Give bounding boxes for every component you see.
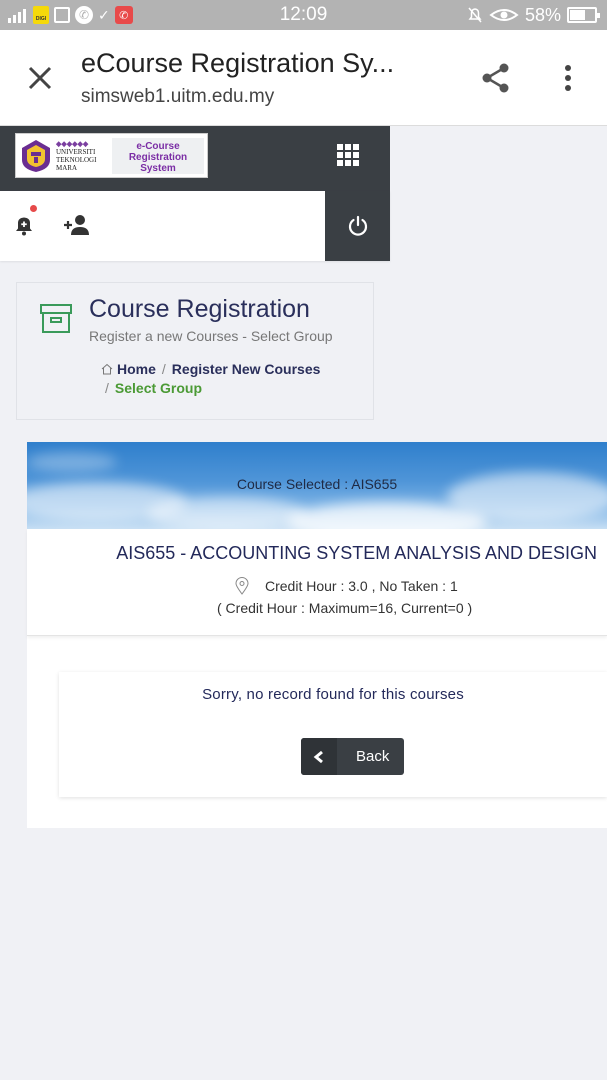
credit-limit-text: ( Credit Hour : Maximum=16, Current=0 ) — [217, 600, 473, 616]
app-name-line-3: System — [140, 162, 176, 174]
site-logo[interactable]: ◆◆◆◆◆◆ UNIVERSITI TEKNOLOGI MARA e-Cours… — [15, 133, 208, 178]
breadcrumb-register-new-courses[interactable]: Register New Courses — [172, 361, 321, 377]
credit-hour-row: Credit Hour : 3.0 , No Taken : 1 — [235, 577, 458, 595]
course-info: AIS655 - ACCOUNTING SYSTEM ANALYSIS AND … — [27, 529, 607, 636]
logout-button[interactable] — [325, 191, 390, 261]
browser-header: eCourse Registration Sy... simsweb1.uitm… — [0, 30, 607, 126]
power-icon — [348, 215, 367, 236]
status-bar: DIGI ✆ ✓ ✆ 12:09 58% — [0, 0, 607, 30]
home-icon — [101, 363, 113, 375]
no-record-message: Sorry, no record found for this courses — [202, 686, 464, 703]
status-right-icons: 58% — [467, 4, 600, 26]
share-icon[interactable] — [478, 60, 514, 96]
battery-icon — [567, 7, 600, 23]
app-name-line-1: e-Course — [136, 140, 180, 152]
breadcrumb-select-group: Select Group — [114, 380, 203, 396]
browser-page-title: eCourse Registration Sy... — [81, 48, 395, 78]
course-banner: Course Selected : AIS655 — [27, 442, 607, 529]
course-selected-label: Course Selected : AIS655 — [236, 476, 398, 492]
notification-bell-icon[interactable] — [12, 213, 36, 237]
page-title: Course Registration — [89, 295, 310, 323]
browser-url[interactable]: simsweb1.uitm.edu.my — [81, 86, 274, 108]
course-panel: Course Selected : AIS655 AIS655 - ACCOUN… — [27, 442, 607, 828]
notification-dot — [30, 205, 37, 212]
apps-grid-icon[interactable] — [337, 144, 359, 166]
breadcrumb-separator: / — [161, 361, 166, 377]
app-name-line-2: Registration — [128, 151, 188, 163]
user-toolbar — [0, 191, 390, 261]
breadcrumb-home[interactable]: Home — [117, 361, 156, 377]
page-subtitle: Register a new Courses - Select Group — [89, 328, 333, 344]
add-user-icon[interactable] — [63, 213, 91, 237]
university-line-1: UNIVERSITI — [56, 147, 96, 156]
no-record-card: Sorry, no record found for this courses … — [59, 672, 607, 797]
archive-box-icon — [40, 304, 72, 333]
silent-bell-icon — [468, 7, 482, 23]
site-navbar: ◆◆◆◆◆◆ UNIVERSITI TEKNOLOGI MARA e-Cours… — [0, 126, 390, 191]
uitm-crest-icon — [22, 139, 50, 172]
map-pin-icon — [235, 577, 249, 595]
breadcrumb-separator: / — [105, 380, 109, 396]
battery-percent: 58% — [524, 4, 561, 25]
university-line-2: TEKNOLOGI — [56, 155, 97, 164]
back-button-label: Back — [356, 748, 390, 765]
chevron-left-icon — [301, 738, 337, 775]
back-button[interactable]: Back — [301, 738, 404, 775]
close-icon[interactable] — [22, 60, 58, 96]
course-name: AIS655 - ACCOUNTING SYSTEM ANALYSIS AND … — [116, 543, 597, 563]
university-line-3: MARA — [56, 163, 78, 172]
credit-hour-text: Credit Hour : 3.0 , No Taken : 1 — [265, 578, 458, 594]
ecourse-system-logo: e-Course Registration System — [112, 137, 204, 174]
breadcrumb: Home / Register New Courses / Select Group — [101, 360, 320, 398]
page-header: Course Registration Register a new Cours… — [16, 282, 374, 420]
more-options-icon[interactable] — [556, 60, 580, 96]
eye-comfort-icon — [489, 9, 519, 21]
university-name: ◆◆◆◆◆◆ UNIVERSITI TEKNOLOGI MARA — [56, 140, 108, 172]
